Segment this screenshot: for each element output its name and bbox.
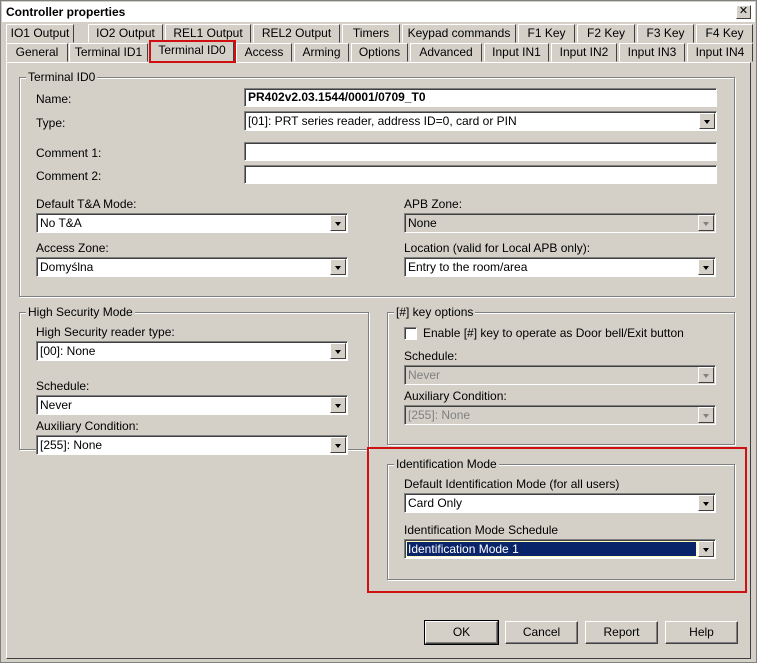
access-zone-value: Domyślna bbox=[40, 260, 94, 274]
tab-terminal-id0[interactable]: Terminal ID0 bbox=[150, 41, 234, 63]
ta-mode-label: Default T&A Mode: bbox=[36, 197, 137, 211]
hs-aux-select[interactable]: [255]: None bbox=[36, 435, 348, 455]
key-options-group-title: [#] key options bbox=[394, 305, 476, 319]
apb-zone-value: None bbox=[408, 216, 437, 230]
chevron-down-icon[interactable] bbox=[698, 541, 714, 557]
chevron-down-icon[interactable] bbox=[330, 437, 346, 453]
apb-zone-label: APB Zone: bbox=[404, 197, 463, 211]
type-label: Type: bbox=[36, 116, 66, 130]
chevron-down-icon[interactable] bbox=[698, 215, 714, 231]
key-aux-value: [255]: None bbox=[408, 408, 471, 422]
tab-f2-key[interactable]: F2 Key bbox=[577, 24, 635, 43]
chevron-down-icon[interactable] bbox=[699, 113, 715, 129]
hs-reader-type-label: High Security reader type: bbox=[36, 325, 175, 339]
controller-properties-window: Controller properties ✕ IO1 Output IO2 O… bbox=[0, 0, 757, 663]
id-default-value: Card Only bbox=[408, 496, 463, 510]
apb-zone-select[interactable]: None bbox=[404, 213, 716, 233]
ok-button[interactable]: OK bbox=[424, 620, 499, 645]
key-schedule-select[interactable]: Never bbox=[404, 365, 716, 385]
tab-terminal-id1[interactable]: Terminal ID1 bbox=[69, 43, 148, 62]
type-select[interactable]: [01]: PRT series reader, address ID=0, c… bbox=[244, 111, 717, 131]
tab-f4-key[interactable]: F4 Key bbox=[696, 24, 753, 43]
access-zone-select[interactable]: Domyślna bbox=[36, 257, 348, 277]
tab-rel2-output[interactable]: REL2 Output bbox=[253, 24, 340, 43]
hs-schedule-label: Schedule: bbox=[36, 379, 90, 393]
tab-f1-key[interactable]: F1 Key bbox=[518, 24, 575, 43]
hs-aux-value: [255]: None bbox=[40, 438, 103, 452]
chevron-down-icon[interactable] bbox=[698, 495, 714, 511]
hs-reader-type-select[interactable]: [00]: None bbox=[36, 341, 348, 361]
tab-f3-key[interactable]: F3 Key bbox=[637, 24, 694, 43]
tab-timers[interactable]: Timers bbox=[342, 24, 400, 43]
tab-input-in4[interactable]: Input IN4 bbox=[687, 43, 753, 62]
tab-input-in2[interactable]: Input IN2 bbox=[551, 43, 617, 62]
tab-input-in1[interactable]: Input IN1 bbox=[484, 43, 549, 62]
hs-schedule-select[interactable]: Never bbox=[36, 395, 348, 415]
hs-aux-label: Auxiliary Condition: bbox=[36, 419, 139, 433]
tab-arming[interactable]: Arming bbox=[294, 43, 349, 62]
hs-reader-type-value: [00]: None bbox=[40, 344, 96, 358]
comment1-label: Comment 1: bbox=[36, 146, 102, 160]
chevron-down-icon[interactable] bbox=[698, 259, 714, 275]
hs-schedule-value: Never bbox=[40, 398, 73, 412]
tab-input-in3[interactable]: Input IN3 bbox=[619, 43, 685, 62]
comment2-label: Comment 2: bbox=[36, 169, 102, 183]
chevron-down-icon[interactable] bbox=[330, 343, 346, 359]
window-title: Controller properties bbox=[6, 5, 126, 19]
tab-options[interactable]: Options bbox=[351, 43, 408, 62]
help-button[interactable]: Help bbox=[665, 621, 738, 644]
key-aux-label: Auxiliary Condition: bbox=[404, 389, 507, 403]
ta-mode-select[interactable]: No T&A bbox=[36, 213, 348, 233]
access-zone-label: Access Zone: bbox=[36, 241, 109, 255]
location-value: Entry to the room/area bbox=[408, 260, 528, 274]
enable-key-label: Enable [#] key to operate as Door bell/E… bbox=[423, 326, 684, 340]
chevron-down-icon[interactable] bbox=[330, 397, 346, 413]
tab-keypad-commands[interactable]: Keypad commands bbox=[402, 24, 516, 43]
key-aux-select[interactable]: [255]: None bbox=[404, 405, 716, 425]
identification-group-title: Identification Mode bbox=[394, 457, 499, 471]
key-schedule-label: Schedule: bbox=[404, 349, 458, 363]
type-value: [01]: PRT series reader, address ID=0, c… bbox=[248, 114, 517, 128]
tab-access[interactable]: Access bbox=[236, 43, 292, 62]
id-default-select[interactable]: Card Only bbox=[404, 493, 716, 513]
chevron-down-icon[interactable] bbox=[698, 367, 714, 383]
comment2-field[interactable] bbox=[244, 165, 717, 184]
tab-general[interactable]: General bbox=[6, 43, 68, 62]
terminal-group-title: Terminal ID0 bbox=[26, 70, 98, 84]
high-security-group-title: High Security Mode bbox=[26, 305, 135, 319]
name-label: Name: bbox=[36, 92, 72, 106]
tab-io1-output[interactable]: IO1 Output bbox=[6, 24, 74, 43]
key-schedule-value: Never bbox=[408, 368, 441, 382]
id-default-label: Default Identification Mode (for all use… bbox=[404, 477, 620, 491]
cancel-button[interactable]: Cancel bbox=[505, 621, 578, 644]
tab-advanced[interactable]: Advanced bbox=[410, 43, 482, 62]
location-select[interactable]: Entry to the room/area bbox=[404, 257, 716, 277]
enable-key-checkbox[interactable] bbox=[404, 327, 417, 340]
id-schedule-value: Identification Mode 1 bbox=[406, 541, 697, 557]
title-bar: Controller properties ✕ bbox=[2, 2, 755, 22]
chevron-down-icon[interactable] bbox=[330, 215, 346, 231]
id-schedule-label: Identification Mode Schedule bbox=[404, 523, 559, 537]
name-field[interactable]: PR402v2.03.1544/0001/0709_T0 bbox=[244, 88, 717, 107]
id-schedule-select[interactable]: Identification Mode 1 bbox=[404, 539, 716, 559]
chevron-down-icon[interactable] bbox=[330, 259, 346, 275]
close-button[interactable]: ✕ bbox=[736, 5, 751, 19]
chevron-down-icon[interactable] bbox=[698, 407, 714, 423]
ta-mode-value: No T&A bbox=[40, 216, 82, 230]
comment1-field[interactable] bbox=[244, 142, 717, 161]
location-label: Location (valid for Local APB only): bbox=[404, 241, 591, 255]
report-button[interactable]: Report bbox=[585, 621, 658, 644]
